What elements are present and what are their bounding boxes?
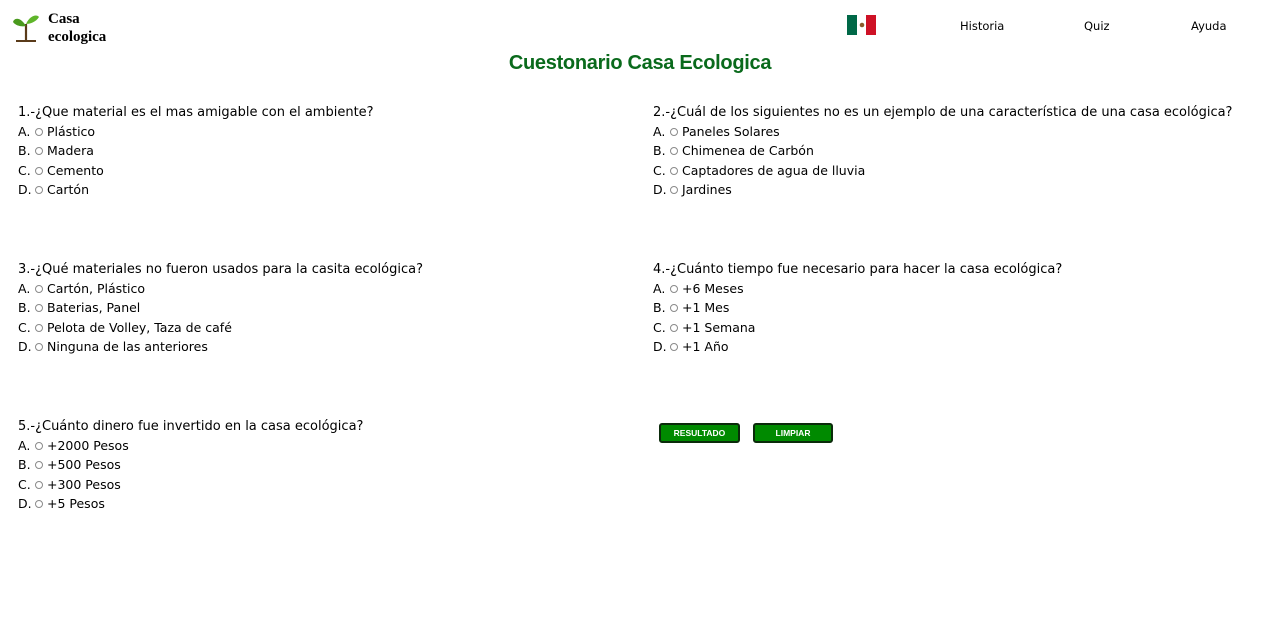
option-b[interactable]: B. +1 Mes xyxy=(653,298,1062,317)
resultado-button[interactable]: RESULTADO xyxy=(659,423,740,443)
question-text: 3.-¿Qué materiales no fueron usados para… xyxy=(18,262,423,277)
brand-name: Casa ecologica xyxy=(48,11,107,45)
option-c[interactable]: C. +300 Pesos xyxy=(18,475,363,494)
radio-button[interactable] xyxy=(35,441,43,450)
option-c[interactable]: C. +1 Semana xyxy=(653,318,1062,337)
radio-button[interactable] xyxy=(670,185,678,194)
radio-button[interactable] xyxy=(35,499,43,508)
page-title: Cuestonario Casa Ecologica xyxy=(508,52,772,74)
nav-quiz[interactable]: Quiz xyxy=(1084,19,1110,33)
brand-logo[interactable]: Casa ecologica xyxy=(12,10,128,46)
question-text: 1.-¿Que material es el mas amigable con … xyxy=(18,105,374,120)
nav-historia[interactable]: Historia xyxy=(960,19,1004,33)
option-c[interactable]: C. Pelota de Volley, Taza de café xyxy=(18,318,423,337)
radio-button[interactable] xyxy=(670,342,678,351)
nav-ayuda[interactable]: Ayuda xyxy=(1191,19,1227,33)
question-4: 4.-¿Cuánto tiempo fue necesario para hac… xyxy=(653,260,1062,357)
radio-button[interactable] xyxy=(670,127,678,136)
option-a[interactable]: A. +2000 Pesos xyxy=(18,436,363,455)
radio-button[interactable] xyxy=(670,304,678,313)
radio-button[interactable] xyxy=(35,461,43,470)
option-d[interactable]: D. +1 Año xyxy=(653,337,1062,356)
radio-button[interactable] xyxy=(670,284,678,293)
sprout-icon xyxy=(13,15,39,42)
option-b[interactable]: B. Chimenea de Carbón xyxy=(653,141,1232,160)
option-d[interactable]: D. Cartón xyxy=(18,180,374,199)
radio-button[interactable] xyxy=(35,323,43,332)
radio-button[interactable] xyxy=(35,127,43,136)
option-a[interactable]: A. Plástico xyxy=(18,122,374,141)
option-c[interactable]: C. Cemento xyxy=(18,161,374,180)
question-3: 3.-¿Qué materiales no fueron usados para… xyxy=(18,260,423,357)
option-d[interactable]: D. Jardines xyxy=(653,180,1232,199)
radio-button[interactable] xyxy=(35,284,43,293)
radio-button[interactable] xyxy=(35,480,43,489)
option-a[interactable]: A. +6 Meses xyxy=(653,279,1062,298)
radio-button[interactable] xyxy=(35,342,43,351)
question-text: 5.-¿Cuánto dinero fue invertido en la ca… xyxy=(18,419,364,434)
radio-button[interactable] xyxy=(670,323,678,332)
radio-button[interactable] xyxy=(35,147,43,156)
question-text: 2.-¿Cuál de los siguientes no es un ejem… xyxy=(653,105,1233,120)
radio-button[interactable] xyxy=(670,166,678,175)
option-d[interactable]: D. Ninguna de las anteriores xyxy=(18,337,423,356)
option-c[interactable]: C. Captadores de agua de lluvia xyxy=(653,161,1232,180)
limpiar-button[interactable]: LIMPIAR xyxy=(753,423,833,443)
radio-button[interactable] xyxy=(35,166,43,175)
question-1: 1.-¿Que material es el mas amigable con … xyxy=(18,103,374,200)
question-text: 4.-¿Cuánto tiempo fue necesario para hac… xyxy=(653,262,1063,277)
radio-button[interactable] xyxy=(670,147,678,156)
option-d[interactable]: D. +5 Pesos xyxy=(18,494,363,513)
option-a[interactable]: A. Cartón, Plástico xyxy=(18,279,423,298)
option-a[interactable]: A. Paneles Solares xyxy=(653,122,1232,141)
radio-button[interactable] xyxy=(35,185,43,194)
question-5: 5.-¿Cuánto dinero fue invertido en la ca… xyxy=(18,417,363,514)
mexico-flag-icon[interactable] xyxy=(847,15,877,35)
option-b[interactable]: B. +500 Pesos xyxy=(18,455,363,474)
option-b[interactable]: B. Madera xyxy=(18,141,374,160)
option-b[interactable]: B. Baterias, Panel xyxy=(18,298,423,317)
radio-button[interactable] xyxy=(35,304,43,313)
question-2: 2.-¿Cuál de los siguientes no es un ejem… xyxy=(653,103,1232,200)
